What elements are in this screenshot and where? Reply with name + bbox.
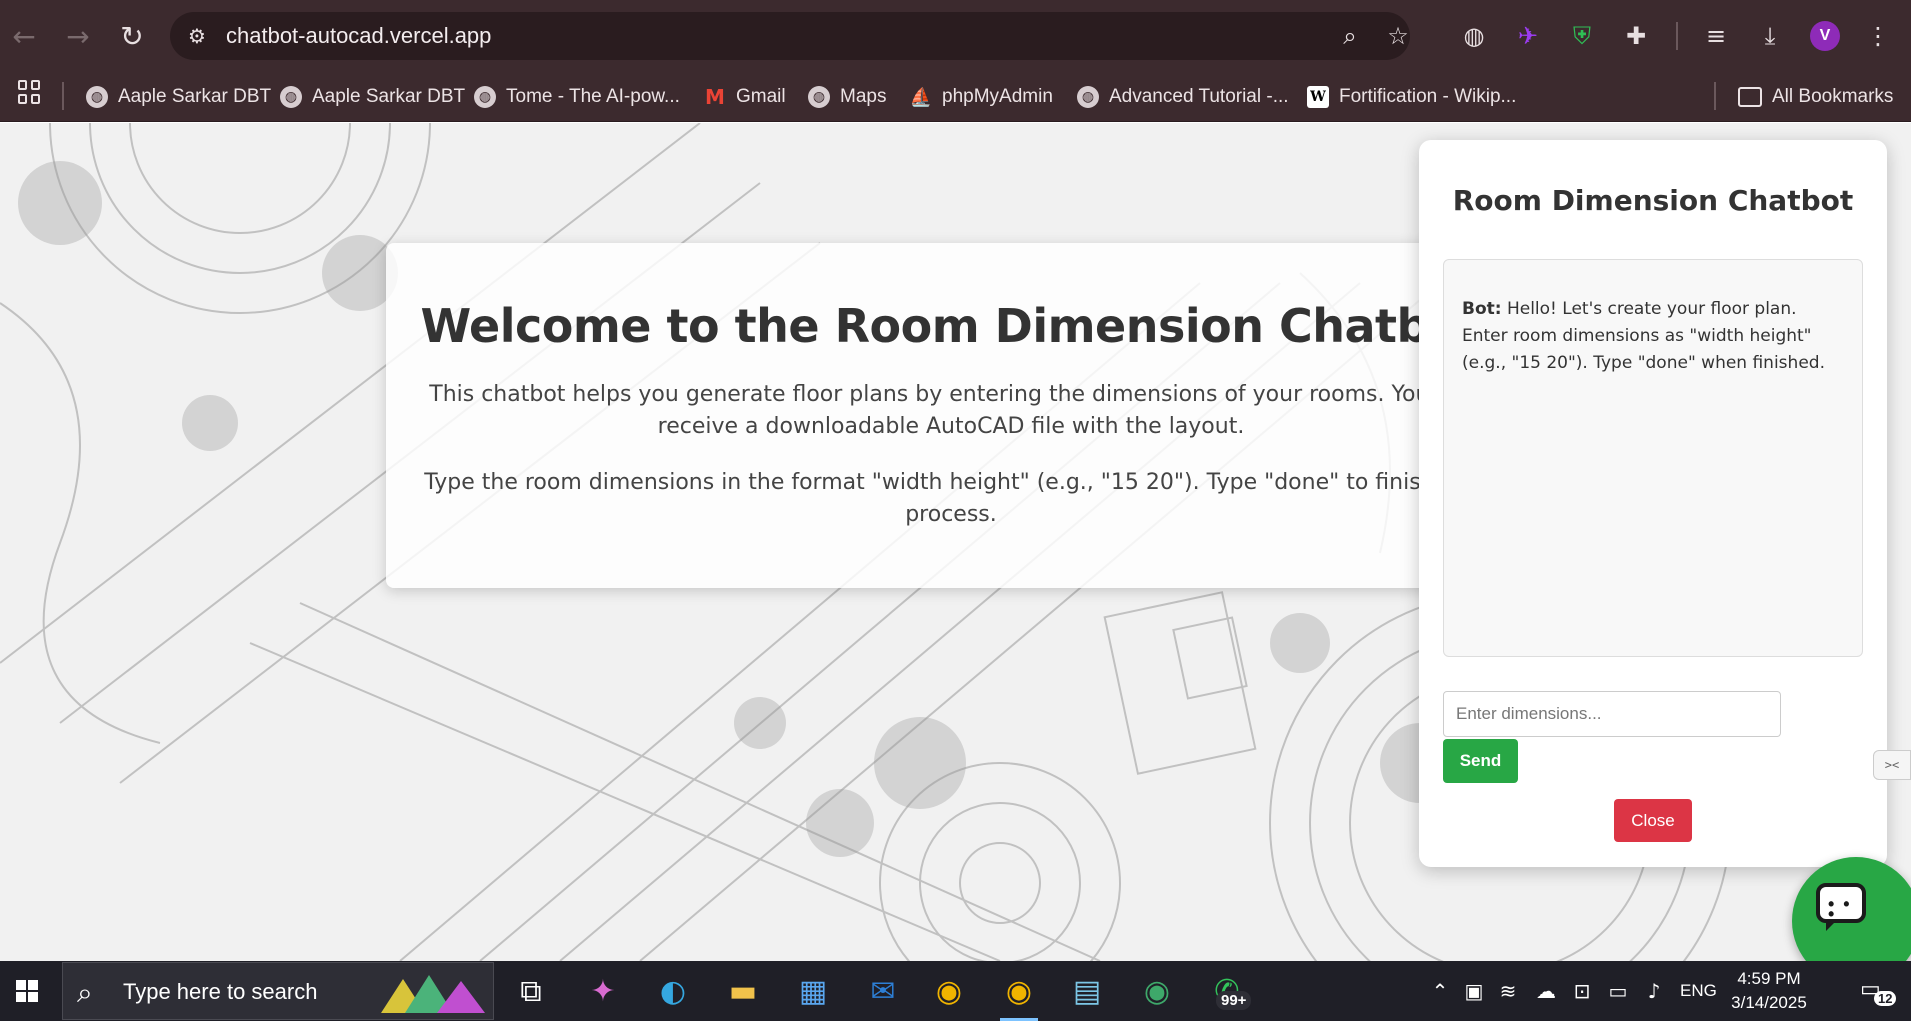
task-view-icon[interactable]: ⧉ [504, 967, 558, 1015]
language-indicator[interactable]: ENG [1680, 961, 1717, 1021]
media-queue-icon[interactable]: ≡ [1698, 18, 1734, 54]
bot-label: Bot: [1462, 299, 1502, 319]
extensions-puzzle-icon[interactable]: ✚ [1618, 18, 1654, 54]
security-icon[interactable]: ⊡ [1568, 977, 1596, 1005]
onedrive-icon[interactable]: ☁ [1532, 977, 1560, 1005]
bookmark-item[interactable]: W Fortification - Wikip... [1307, 81, 1516, 113]
globe-icon: ◍ [808, 86, 830, 108]
bookmark-label: Gmail [736, 86, 786, 107]
chrome-icon[interactable]: ◉ [922, 967, 976, 1015]
dimensions-input[interactable] [1443, 691, 1781, 737]
globe-icon: ◍ [474, 86, 496, 108]
search-icon: ⌕ [77, 976, 93, 1009]
gmail-icon: M [705, 85, 725, 109]
globe-icon: ◍ [1077, 86, 1099, 108]
bookmark-item[interactable]: ⛵ phpMyAdmin [910, 81, 1053, 113]
site-info-icon[interactable]: ⚙ [184, 23, 210, 49]
browser-titlebar: ← → ↻ ⚙ chatbot-autocad.vercel.app ⌕ ☆ ◍… [0, 0, 1911, 72]
bookmark-label: Maps [840, 86, 887, 107]
whatsapp-badge: 99+ [1216, 991, 1252, 1010]
shield-extension-icon[interactable]: ⛨ [1564, 18, 1600, 54]
profile-avatar[interactable]: V [1810, 21, 1840, 51]
bookmark-item[interactable]: M Gmail [704, 81, 786, 113]
bookmark-item[interactable]: ◍ Tome - The AI-pow... [474, 81, 680, 113]
chatbot-title: Room Dimension Chatbot [1452, 184, 1854, 217]
bot-message-text: Hello! Let's create your floor plan. Ent… [1462, 299, 1825, 373]
windows-taskbar: ⌕ Type here to search ⧉ ✦ ◐ ▬ ▦ ✉ ◉ ◉ ▤ … [0, 961, 1911, 1021]
download-icon[interactable]: ⤓ [1752, 18, 1788, 54]
bookmark-item[interactable]: ◍ Maps [808, 81, 886, 113]
forward-arrow-icon[interactable]: → [56, 14, 100, 58]
microsoft-store-icon[interactable]: ▦ [786, 967, 840, 1015]
taskbar-search-placeholder: Type here to search [123, 979, 318, 1004]
copilot-icon[interactable]: ✦ [576, 967, 630, 1015]
close-button[interactable]: Close [1614, 799, 1692, 842]
windows-logo-icon [16, 980, 38, 1002]
welcome-instructions: Type the room dimensions in the format "… [424, 470, 1478, 527]
bookmark-label: Aaple Sarkar DBT [312, 86, 466, 107]
battery-icon[interactable]: ▭ [1604, 977, 1632, 1005]
back-arrow-icon[interactable]: ← [2, 14, 46, 58]
wifi-icon[interactable]: ≋ [1494, 977, 1522, 1005]
bookmark-label: phpMyAdmin [942, 86, 1053, 107]
bookmark-label: Tome - The AI-pow... [506, 86, 680, 107]
apps-grid-icon[interactable] [18, 80, 42, 104]
bookmarks-divider [1714, 82, 1716, 110]
meet-now-icon[interactable]: ▣ [1460, 977, 1488, 1005]
chrome-second-profile-icon[interactable]: ◉ [1130, 967, 1184, 1015]
bookmark-star-icon[interactable]: ☆ [1383, 21, 1413, 51]
bookmark-label: Advanced Tutorial -... [1109, 86, 1289, 107]
taskbar-search-box[interactable]: ⌕ Type here to search [62, 962, 494, 1020]
bookmark-label: Aaple Sarkar DBT [118, 86, 272, 107]
chat-bubble-icon: • • • [1816, 883, 1866, 931]
welcome-title: Welcome to the Room Dimension Chatbot [420, 299, 1482, 353]
web-extension-icon[interactable]: ◍ [1456, 18, 1492, 54]
edge-browser-icon[interactable]: ◐ [646, 967, 700, 1015]
chat-messages-box[interactable]: Bot: Hello! Let's create your floor plan… [1443, 259, 1863, 657]
address-bar[interactable]: ⚙ chatbot-autocad.vercel.app ⌕ ☆ [170, 12, 1410, 60]
kebab-menu-icon[interactable]: ⋮ [1860, 18, 1896, 54]
zoom-icon[interactable]: ⌕ [1335, 21, 1365, 51]
chevron-up-icon[interactable]: ⌃ [1426, 977, 1454, 1005]
system-clock[interactable]: 4:59 PM 3/14/2025 [1722, 967, 1816, 1015]
side-collapse-tab[interactable]: >< [1873, 750, 1911, 780]
url-text[interactable]: chatbot-autocad.vercel.app [226, 12, 491, 60]
purple-extension-icon[interactable]: ✈ [1510, 18, 1546, 54]
file-explorer-icon[interactable]: ▬ [716, 967, 770, 1015]
globe-icon: ◍ [86, 86, 108, 108]
all-bookmarks-label: All Bookmarks [1772, 86, 1894, 107]
start-button[interactable] [0, 961, 54, 1021]
page-viewport: Welcome to the Room Dimension Chatbot Th… [0, 123, 1911, 961]
clock-time: 4:59 PM [1737, 969, 1801, 988]
chatbot-panel: Room Dimension Chatbot Bot: Hello! Let's… [1419, 140, 1887, 867]
notification-count: 12 [1874, 991, 1897, 1006]
folder-icon [1738, 87, 1762, 107]
phpmyadmin-icon: ⛵ [909, 86, 933, 108]
chrome-profile-icon[interactable]: ◉ [992, 967, 1046, 1021]
welcome-card: Welcome to the Room Dimension Chatbot Th… [386, 243, 1516, 588]
all-bookmarks-button[interactable]: All Bookmarks [1738, 81, 1893, 113]
clock-date: 3/14/2025 [1731, 993, 1807, 1012]
bookmark-item[interactable]: ◍ Aaple Sarkar DBT [280, 81, 465, 113]
bot-message: Bot: Hello! Let's create your floor plan… [1462, 296, 1844, 377]
notepad-icon[interactable]: ▤ [1060, 967, 1114, 1015]
globe-icon: ◍ [280, 86, 302, 108]
toolbar-divider [1676, 22, 1678, 50]
volume-icon[interactable]: ♪ [1640, 977, 1668, 1005]
reload-icon[interactable]: ↻ [110, 14, 154, 58]
bookmark-item[interactable]: ◍ Advanced Tutorial -... [1077, 81, 1289, 113]
send-button[interactable]: Send [1443, 739, 1518, 783]
outlook-icon[interactable]: ✉ [856, 967, 910, 1015]
wikipedia-icon: W [1307, 86, 1329, 108]
bookmark-item[interactable]: ◍ Aaple Sarkar DBT [86, 81, 271, 113]
search-highlight-art-icon [381, 975, 485, 1013]
bookmark-label: Fortification - Wikip... [1339, 86, 1517, 107]
bookmarks-divider [62, 82, 64, 110]
welcome-intro: This chatbot helps you generate floor pl… [429, 382, 1473, 439]
